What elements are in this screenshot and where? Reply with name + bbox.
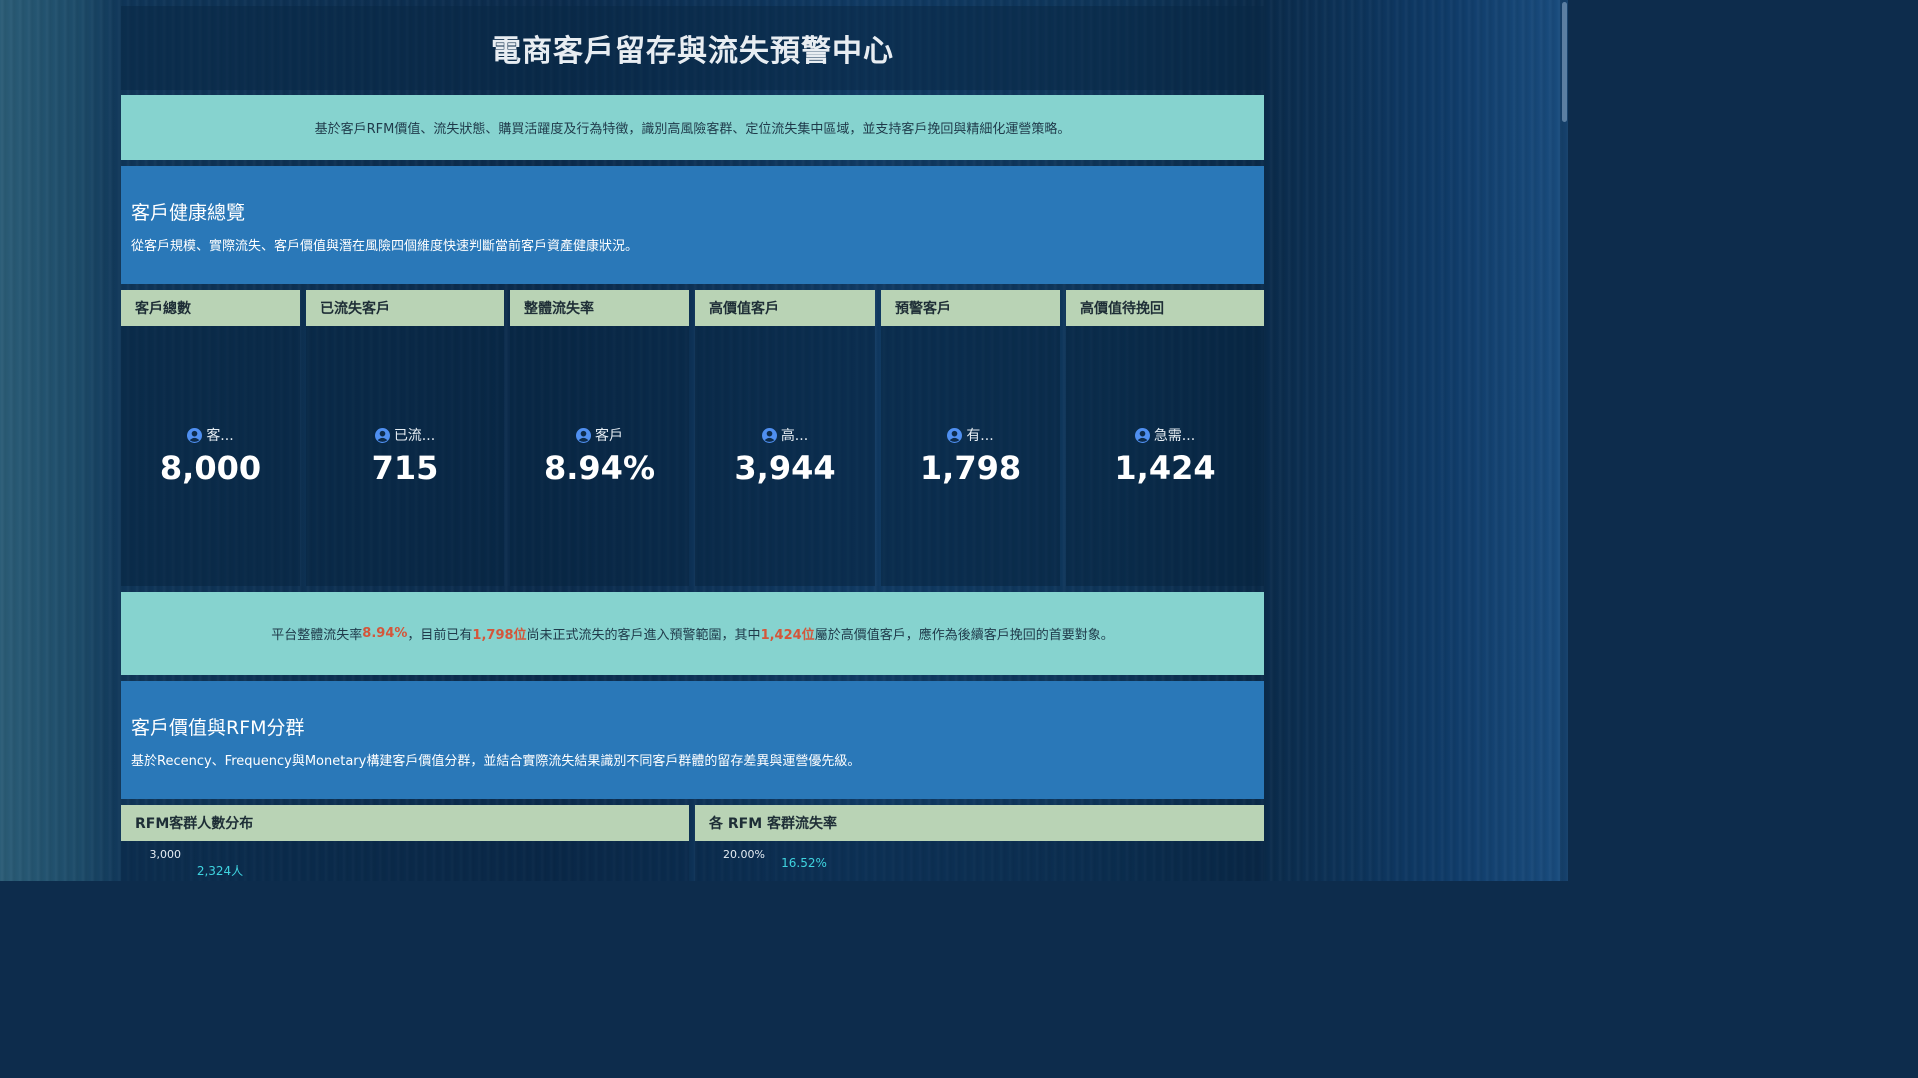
bar-data-label: 16.52% (781, 856, 827, 870)
scrollbar-thumb[interactable] (1562, 2, 1567, 122)
kpi-title: 客戶總數 (121, 290, 300, 326)
alert-text: 平台整體流失率 (271, 628, 363, 643)
kpi-label: 急需... (1153, 428, 1196, 444)
kpi-label: 有... (966, 428, 994, 444)
kpi-value: 8.94% (543, 449, 655, 487)
kpi-title: 整體流失率 (510, 290, 689, 326)
user-circle-icon (187, 427, 203, 443)
health-section-description: 從客戶規模、實際流失、客戶價值與潛在風險四個維度快速判斷當前客戶資產健康狀況。 (131, 239, 639, 254)
alert-high-value-count: 1,424位 (760, 628, 815, 643)
rfm-churn-rate-plot: 20.00% 16.52% (723, 848, 827, 870)
user-circle-icon (374, 427, 390, 443)
kpi-card-churn-rate: 整體流失率 客戶 8.94% (510, 290, 689, 586)
kpi-title: 高價值客戶 (695, 290, 875, 326)
kpi-value: 715 (371, 449, 439, 487)
kpi-value: 8,000 (159, 449, 262, 487)
chart-title: RFM客群人數分布 (121, 805, 689, 841)
bar-data-label: 2,324人 (197, 864, 243, 878)
alert-churn-rate: 8.94% (362, 626, 408, 641)
rfm-distribution-chart: RFM客群人數分布 3,000 2,324人 (121, 805, 689, 881)
rfm-section-description: 基於Recency、Frequency與Monetary構建客戶價值分群，並結合… (131, 754, 861, 769)
kpi-label: 客... (206, 428, 234, 444)
kpi-value: 1,798 (919, 449, 1022, 487)
kpi-value: 1,424 (1114, 449, 1216, 487)
kpi-card-warning-customers: 預警客戶 有... 1,798 (881, 290, 1060, 586)
alert-warning-count: 1,798位 (472, 628, 527, 643)
kpi-label: 已流... (393, 428, 436, 444)
alert-text: 屬於高價值客戶，應作為後續客戶挽回的首要對象。 (814, 628, 1114, 643)
page-header: 電商客戶留存與流失預警中心 (121, 6, 1264, 90)
alert-text: 尚未正式流失的客戶進入預警範圍，其中 (526, 628, 761, 643)
kpi-label: 客戶 (595, 428, 623, 444)
kpi-row: 客戶總數 客... 8,000 已流失客戶 已流... 715 整體流失率 客戶… (121, 290, 1264, 586)
user-circle-icon (761, 427, 777, 443)
user-circle-icon (576, 427, 591, 443)
rfm-distribution-plot: 3,000 2,324人 (150, 848, 244, 878)
health-section-header: 客戶健康總覽 從客戶規模、實際流失、客戶價值與潛在風險四個維度快速判斷當前客戶資… (121, 166, 1264, 284)
kpi-title: 高價值待挽回 (1066, 290, 1264, 326)
rfm-churn-rate-chart: 各 RFM 客群流失率 20.00% 16.52% (695, 805, 1264, 881)
kpi-label: 高... (780, 428, 809, 444)
y-tick-label: 3,000 (150, 848, 182, 861)
kpi-card-high-value-customers: 高價值客戶 高... 3,944 (695, 290, 875, 586)
scrollbar[interactable] (1560, 0, 1568, 881)
user-circle-icon (1134, 427, 1150, 443)
churn-alert-banner: 平台整體流失率 8.94% ，目前已有 1,798位 尚未正式流失的客戶進入預警範圍，其… (121, 592, 1264, 675)
chart-row: RFM客群人數分布 3,000 2,324人 各 RFM 客群流失率 20.00… (121, 805, 1264, 881)
page-title: 電商客戶留存與流失預警中心 (491, 34, 894, 69)
kpi-card-total-customers: 客戶總數 客... 8,000 (121, 290, 300, 586)
user-circle-icon (947, 427, 963, 443)
kpi-card-churned-customers: 已流失客戶 已流... 715 (306, 290, 504, 586)
intro-banner: 基於客戶RFM價值、流失狀態、購買活躍度及行為特徵，識別高風險客群、定位流失集中… (121, 95, 1264, 160)
dashboard: 電商客戶留存與流失預警中心 基於客戶RFM價值、流失狀態、購買活躍度及行為特徵，… (121, 6, 1264, 881)
kpi-card-high-value-recovery: 高價值待挽回 急需... 1,424 (1066, 290, 1264, 586)
chart-title: 各 RFM 客群流失率 (695, 805, 1264, 841)
rfm-section-header: 客戶價值與RFM分群 基於Recency、Frequency與Monetary構… (121, 681, 1264, 799)
y-tick-label: 20.00% (723, 848, 765, 861)
kpi-value: 3,944 (734, 449, 836, 487)
rfm-section-title: 客戶價值與RFM分群 (131, 717, 305, 739)
health-section-title: 客戶健康總覽 (131, 202, 246, 224)
kpi-title: 已流失客戶 (306, 290, 504, 326)
kpi-title: 預警客戶 (881, 290, 1060, 326)
alert-text: ，目前已有 (407, 628, 473, 643)
